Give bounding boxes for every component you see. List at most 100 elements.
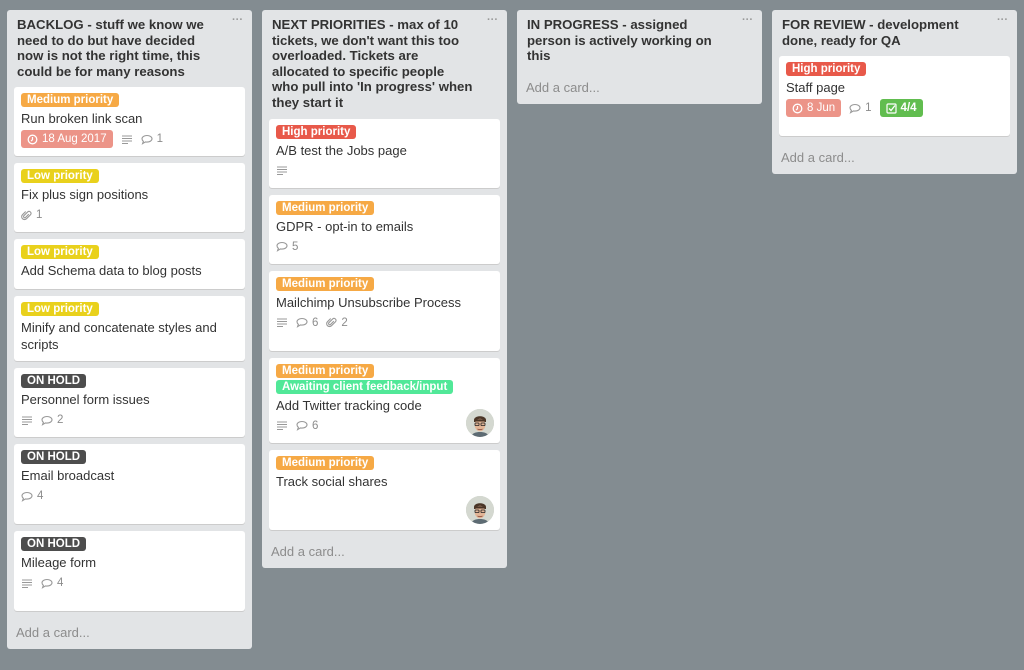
paperclip-icon bbox=[21, 210, 32, 221]
card-title: Staff page bbox=[786, 80, 846, 96]
card-labels: Medium priority bbox=[276, 276, 493, 291]
comments-count: 4 bbox=[57, 577, 64, 590]
comments-badge: 4 bbox=[41, 574, 63, 592]
list-title[interactable]: IN PROGRESS - assigned person is activel… bbox=[524, 10, 755, 72]
list-title[interactable]: NEXT PRIORITIES - max of 10 tickets, we … bbox=[269, 10, 500, 119]
card-label[interactable]: High priority bbox=[786, 62, 867, 77]
card-labels: Medium priority bbox=[276, 200, 493, 215]
description-badge bbox=[276, 314, 288, 332]
card-labels: ON HOLD bbox=[21, 374, 238, 389]
card[interactable]: ON HOLD Mileage form 4 bbox=[14, 531, 245, 612]
member-avatar[interactable] bbox=[466, 408, 494, 437]
ellipsis-icon[interactable]: ··· bbox=[997, 15, 1008, 26]
card-title: Minify and concatenate styles and script… bbox=[21, 320, 217, 353]
comments-count: 4 bbox=[37, 490, 44, 503]
card-label[interactable]: ON HOLD bbox=[21, 450, 87, 465]
comments-badge: 1 bbox=[141, 130, 163, 148]
card-labels: Low priority bbox=[21, 245, 238, 260]
card-badges bbox=[276, 162, 493, 180]
card-label[interactable]: ON HOLD bbox=[21, 374, 87, 389]
list-title[interactable]: FOR REVIEW - development done, ready for… bbox=[779, 10, 1010, 56]
card-badges: 18 Aug 2017 1 bbox=[21, 130, 238, 149]
due-date-badge[interactable]: 18 Aug 2017 bbox=[21, 130, 113, 149]
card-title: A/B test the Jobs page bbox=[276, 142, 407, 158]
list-for-review: FOR REVIEW - development done, ready for… bbox=[772, 10, 1017, 175]
due-date-text: 8 Jun bbox=[807, 102, 836, 115]
comment-icon bbox=[141, 134, 153, 145]
card-title: Add Schema data to blog posts bbox=[21, 263, 202, 279]
card-label[interactable]: High priority bbox=[276, 124, 357, 139]
card-labels: High priority bbox=[276, 124, 493, 139]
card[interactable]: Medium priority Mailchimp Unsubscribe Pro… bbox=[269, 270, 500, 351]
card-badges: 1 bbox=[21, 206, 238, 224]
add-card-button[interactable]: Add a card... bbox=[14, 611, 245, 649]
card-label[interactable]: Low priority bbox=[21, 245, 99, 260]
attachments-badge: 2 bbox=[326, 314, 348, 332]
list-in-progress: IN PROGRESS - assigned person is activel… bbox=[517, 10, 762, 104]
card-label[interactable]: Medium priority bbox=[276, 276, 375, 291]
card-title: Mailchimp Unsubscribe Process bbox=[276, 294, 461, 310]
card-label[interactable]: Low priority bbox=[21, 302, 99, 317]
card[interactable]: Low priority Minify and concatenate style… bbox=[14, 296, 245, 362]
member-avatar[interactable] bbox=[466, 495, 494, 524]
add-card-button[interactable]: Add a card... bbox=[524, 72, 755, 104]
card[interactable]: High priority A/B test the Jobs page bbox=[269, 118, 500, 188]
list-title-text: BACKLOG - stuff we know we need to do bu… bbox=[17, 17, 204, 79]
comments-badge: 4 bbox=[21, 487, 43, 505]
card-badges: 4 bbox=[21, 487, 238, 505]
ellipsis-icon[interactable]: ··· bbox=[487, 15, 498, 26]
description-badge bbox=[276, 417, 288, 435]
list-backlog: BACKLOG - stuff we know we need to do bu… bbox=[7, 10, 252, 650]
checklist-icon bbox=[885, 103, 897, 114]
card-labels: Medium priority Awaiting client feedback/… bbox=[276, 363, 493, 394]
card-labels: Low priority bbox=[21, 302, 238, 317]
comments-badge: 6 bbox=[296, 314, 318, 332]
card-labels: High priority bbox=[786, 62, 1003, 77]
card[interactable]: High priority Staff page 8 Jun 1 4/4 bbox=[779, 56, 1010, 137]
paperclip-icon bbox=[326, 317, 337, 328]
comment-icon bbox=[296, 317, 308, 328]
checklist-progress: 4/4 bbox=[900, 102, 917, 115]
list-title-text: IN PROGRESS - assigned person is activel… bbox=[527, 17, 712, 64]
add-card-button[interactable]: Add a card... bbox=[269, 530, 500, 568]
card[interactable]: Low priority Add Schema data to blog post… bbox=[14, 239, 245, 290]
list-title[interactable]: BACKLOG - stuff we know we need to do bu… bbox=[14, 10, 245, 87]
due-date-badge[interactable]: 8 Jun bbox=[786, 99, 842, 118]
card[interactable]: Medium priority Awaiting client feedback/… bbox=[269, 357, 500, 443]
description-badge bbox=[21, 574, 33, 592]
card-label[interactable]: Low priority bbox=[21, 169, 99, 184]
description-icon bbox=[21, 415, 33, 426]
comments-count: 5 bbox=[292, 240, 299, 253]
card-label[interactable]: ON HOLD bbox=[21, 537, 87, 552]
attachments-badge: 1 bbox=[21, 206, 42, 224]
card-label[interactable]: Medium priority bbox=[276, 455, 375, 470]
card-label[interactable]: Awaiting client feedback/input bbox=[276, 379, 454, 394]
card-labels: ON HOLD bbox=[21, 450, 238, 465]
card-labels: Low priority bbox=[21, 169, 238, 184]
description-badge bbox=[121, 130, 133, 148]
card-label[interactable]: Medium priority bbox=[21, 93, 120, 108]
card[interactable]: Medium priority Track social shares bbox=[269, 449, 500, 530]
card-title: Mileage form bbox=[21, 555, 97, 571]
ellipsis-icon[interactable]: ··· bbox=[232, 15, 243, 26]
attachments-count: 2 bbox=[341, 316, 348, 329]
card[interactable]: Medium priority GDPR - opt-in to emails 5 bbox=[269, 194, 500, 264]
comment-icon bbox=[41, 415, 53, 426]
comment-icon bbox=[21, 491, 33, 502]
description-badge bbox=[21, 411, 33, 429]
comment-icon bbox=[296, 420, 308, 431]
card[interactable]: ON HOLD Email broadcast 4 bbox=[14, 444, 245, 525]
ellipsis-icon[interactable]: ··· bbox=[742, 15, 753, 26]
card-labels: ON HOLD bbox=[21, 537, 238, 552]
add-card-button[interactable]: Add a card... bbox=[779, 136, 1010, 174]
card[interactable]: ON HOLD Personnel form issues 2 bbox=[14, 368, 245, 438]
description-icon bbox=[276, 420, 288, 431]
comments-count: 1 bbox=[156, 133, 163, 146]
card-label[interactable]: Medium priority bbox=[276, 363, 375, 378]
card-badges: 62 bbox=[276, 314, 493, 332]
description-badge bbox=[276, 162, 288, 180]
card[interactable]: Medium priority Run broken link scan 18 Au… bbox=[14, 87, 245, 157]
card-label[interactable]: Medium priority bbox=[276, 200, 375, 215]
comment-icon bbox=[849, 103, 861, 114]
card[interactable]: Low priority Fix plus sign positions 1 bbox=[14, 163, 245, 233]
